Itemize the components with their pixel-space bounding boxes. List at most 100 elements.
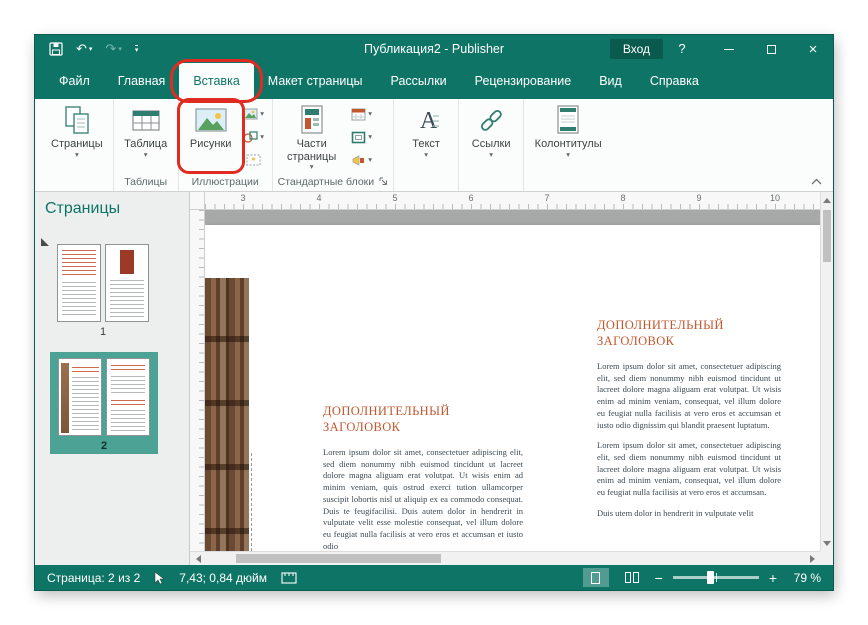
secondary-heading-middle[interactable]: ДОПОЛНИТЕЛЬНЫЙ ЗАГОЛОВОК [323,403,523,436]
calendars-button[interactable]: ▾ [349,104,375,124]
body-text-right-paragraph-2: Lorem ipsum dolor sit amet, consectetuer… [597,440,781,499]
ribbon-group-text: A Текст ▾ [394,99,459,191]
page-2-thumbnail-selected[interactable]: 2 [50,352,158,454]
headers-footers-dropdown-icon: ▾ [566,151,570,159]
tab-insert[interactable]: Вставка [179,63,253,99]
zoom-level[interactable]: 79 % [787,571,821,585]
thumb-line-pattern [62,282,96,318]
group-label-building-blocks: Стандартные блоки [278,174,388,191]
scroll-left-button[interactable] [192,552,204,565]
object-size-icon[interactable] [281,572,297,584]
maximize-button[interactable] [751,35,791,63]
dialog-launcher-icon[interactable] [379,177,388,186]
group-label-tables: Таблицы [119,174,173,191]
page-1-number: 1 [57,326,149,338]
shapes-button[interactable]: ▾ [241,127,267,147]
zoom-slider[interactable] [673,576,759,579]
zoom-in-button[interactable]: + [769,571,777,585]
online-pictures-button[interactable]: ▾ [241,104,267,124]
pages-dropdown-icon: ▾ [75,151,79,159]
pages-button[interactable]: Страницы ▾ [46,101,108,171]
online-pictures-icon [243,108,258,121]
table-button-label: Таблица [124,138,167,151]
secondary-heading-right[interactable]: ДОПОЛНИТЕЛЬНЫЙ ЗАГОЛОВОК [597,317,787,350]
vertical-scrollbar[interactable] [820,192,833,551]
tab-help[interactable]: Справка [636,63,713,99]
ruler-number: 5 [392,193,397,203]
vertical-ruler[interactable] [190,210,205,551]
pictures-icon [194,104,228,136]
page-indicator[interactable]: Страница: 2 из 2 [47,571,140,585]
headers-footers-button[interactable]: Колонтитулы ▾ [529,101,607,171]
text-dropdown-icon: ▾ [424,151,428,159]
publication-viewport[interactable]: ДОПОЛНИТЕЛЬНЫЙ ЗАГОЛОВОК Lorem ipsum dol… [205,210,820,551]
close-button[interactable]: × [793,35,833,63]
publication-page[interactable]: ДОПОЛНИТЕЛЬНЫЙ ЗАГОЛОВОК Lorem ipsum dol… [205,225,820,551]
tab-insert-label: Вставка [193,74,239,88]
help-button[interactable]: ? [669,35,695,63]
thumb-photo-strip [61,363,69,433]
links-dropdown-icon: ▾ [489,151,493,159]
ruler-number: 3 [240,193,245,203]
sign-in-button[interactable]: Вход [610,39,663,59]
redo-dropdown-icon[interactable]: ▾ [118,46,122,53]
minimize-icon [724,49,734,50]
tab-file-label: Файл [59,74,90,88]
undo-dropdown-icon[interactable]: ▾ [89,46,93,53]
tab-review[interactable]: Рецензирование [461,63,586,99]
text-button[interactable]: A Текст ▾ [399,101,453,171]
page-parts-button[interactable]: Части страницы ▾ [278,101,346,171]
page-2-preview [58,358,150,436]
scroll-right-button[interactable] [806,552,818,565]
advertisements-button[interactable]: ▾ [349,150,375,170]
page-parts-button-label: Части страницы [283,138,341,163]
page-1-preview [57,244,149,322]
tab-help-label: Справка [650,74,699,88]
page-1-left-mini [57,244,101,322]
tab-view[interactable]: Вид [585,63,636,99]
group-label-links [464,174,518,191]
tab-page-design[interactable]: Макет страницы [254,63,377,99]
minimize-button[interactable] [709,35,749,63]
vertical-scroll-thumb[interactable] [823,210,831,262]
collapse-ribbon-button[interactable] [808,174,824,188]
tab-home[interactable]: Главная [104,63,180,99]
pictures-button[interactable]: Рисунки [184,101,238,171]
single-page-view-button[interactable] [583,568,609,587]
scroll-down-button[interactable] [821,537,833,549]
thumb-line-pattern [111,400,145,406]
tab-mailings[interactable]: Рассылки [377,63,461,99]
ruler-corner [190,192,205,210]
online-pictures-dropdown-icon: ▾ [260,110,264,118]
tab-file[interactable]: Файл [45,63,104,99]
tab-mailings-label: Рассылки [391,74,447,88]
picture-placeholder-button[interactable] [241,150,267,170]
horizontal-ruler[interactable]: 3 4 5 6 7 8 9 10 [205,192,820,210]
single-page-icon [591,572,600,584]
save-button[interactable] [49,42,63,56]
two-page-icon-right [633,572,639,583]
redo-button[interactable]: ↷ ▾ [105,41,121,57]
scroll-up-button[interactable] [821,194,833,206]
pages-pane: Страницы 1 [35,192,190,565]
body-text-middle[interactable]: Lorem ipsum dolor sit amet, consectetuer… [323,447,523,551]
page-1-thumbnail[interactable]: 1 [57,244,149,338]
bookshelf-photo[interactable] [205,278,249,551]
text-box-guide [251,453,252,551]
horizontal-scrollbar[interactable] [190,551,820,565]
thumb-line-pattern [110,280,144,318]
undo-button[interactable]: ↶ ▾ [76,41,92,57]
scroll-right-icon [810,555,815,563]
customize-qat-button[interactable]: ▾ [135,45,139,54]
borders-accents-button[interactable]: ▾ [349,127,375,147]
table-button[interactable]: Таблица ▾ [119,101,173,171]
two-page-view-button[interactable] [619,568,645,587]
zoom-out-button[interactable]: − [655,571,663,585]
collapse-pane-icon[interactable] [41,238,49,246]
zoom-slider-handle[interactable] [707,571,714,584]
horizontal-scroll-thumb[interactable] [236,554,441,563]
ribbon-group-building-blocks: Части страницы ▾ ▾ [273,99,394,191]
links-button[interactable]: Ссылки ▾ [464,101,518,171]
thumb-line-pattern [111,376,145,396]
body-text-right[interactable]: Lorem ipsum dolor sit amet, consectetuer… [597,361,781,529]
